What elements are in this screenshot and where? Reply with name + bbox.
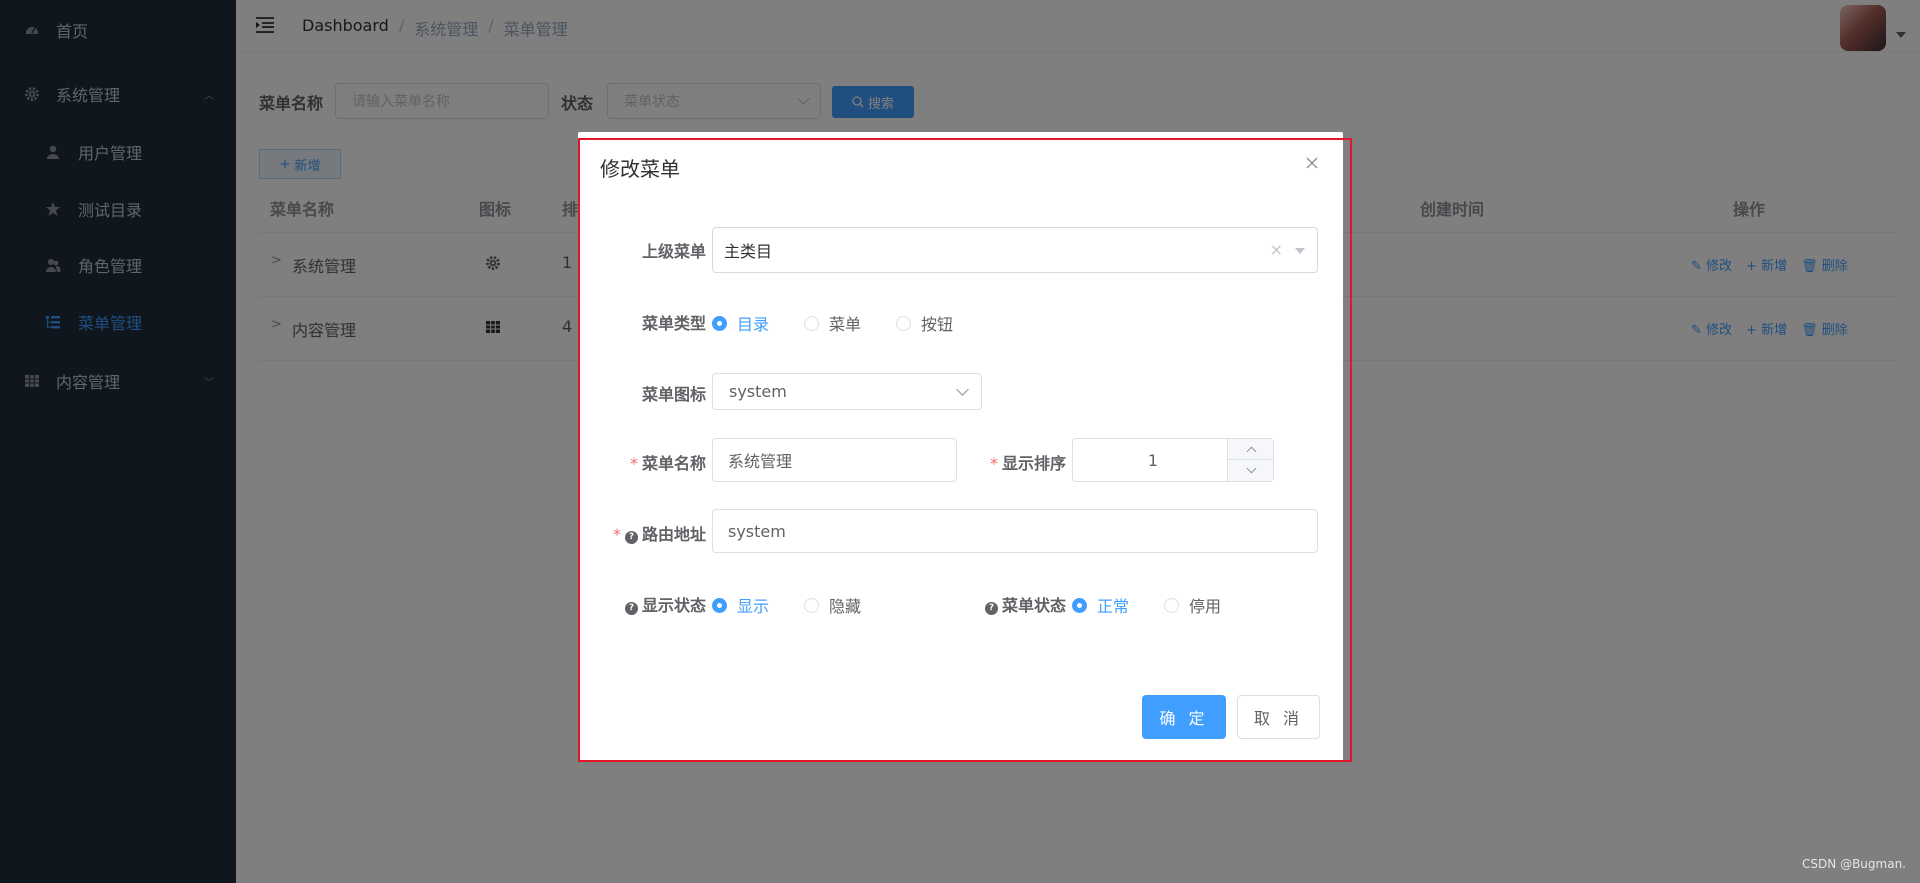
label-text: 显示排序 [1001,454,1066,473]
question-icon[interactable]: ? [624,530,638,544]
dialog-title: 修改菜单 [600,157,680,181]
radio-label: 按钮 [921,315,954,334]
question-icon[interactable]: ? [624,601,638,615]
close-icon[interactable] [1303,154,1321,172]
decrease-button[interactable] [1228,460,1274,481]
radio-label: 显示 [737,597,770,616]
menu-type-radio-directory[interactable]: 目录 [712,311,769,335]
status-radio-normal[interactable]: 正常 [1072,593,1129,617]
menu-type-label: 菜单类型 [641,314,706,333]
radio-dot [712,597,727,613]
radio-dot [804,597,819,613]
visible-radio-show[interactable]: 显示 [712,593,769,617]
visible-radio-hide[interactable]: 隐藏 [804,593,861,617]
label-text: 显示状态 [641,596,706,615]
radio-label: 停用 [1189,597,1222,616]
menu-name-label: * 菜单名称 [630,450,706,474]
label-text: 菜单名称 [641,454,706,473]
display-order-value: 1 [1147,450,1159,470]
cancel-button[interactable]: 取 消 [1237,695,1320,739]
menu-icon-select[interactable]: system [712,373,982,410]
radio-dot [896,315,911,331]
chevron-down-icon [1246,463,1256,474]
status-radio-disabled[interactable]: 停用 [1164,593,1221,617]
menu-icon-value: system [729,382,787,401]
radio-label: 隐藏 [829,597,862,616]
clear-icon[interactable]: × [1270,240,1283,259]
radio-dot [712,315,727,331]
parent-menu-label: 上级菜单 [641,242,706,261]
route-path-input[interactable]: system [712,509,1318,553]
parent-menu-value: 主类目 [724,242,773,261]
menu-name-value: 系统管理 [728,452,793,471]
visible-status-label: ? 显示状态 [624,592,706,616]
menu-name-input[interactable]: 系统管理 [712,438,957,482]
increase-button[interactable] [1228,439,1274,460]
question-icon[interactable]: ? [984,601,998,615]
radio-label: 目录 [737,315,770,334]
required-mark: * [629,454,638,473]
label-text: 菜单状态 [1001,596,1066,615]
menu-icon-label: 菜单图标 [641,385,706,404]
route-path-value: system [728,521,786,541]
radio-dot [804,315,819,331]
menu-type-radio-menu[interactable]: 菜单 [804,311,861,335]
cancel-button-label: 取 消 [1253,709,1304,728]
required-mark: * [612,525,621,544]
edit-menu-dialog: 修改菜单 上级菜单 主类目 × 菜单类型 目录 菜单 按钮 菜单图标 syste… [578,132,1343,762]
caret-down-icon[interactable] [1295,248,1305,254]
menu-type-radio-button[interactable]: 按钮 [896,311,953,335]
radio-label: 正常 [1097,597,1130,616]
radio-dot [1164,597,1179,613]
display-order-stepper[interactable]: 1 [1072,438,1274,482]
route-path-label: *? 路由地址 [613,521,706,545]
watermark: CSDN @Bugman. [1802,857,1906,871]
label-text: 路由地址 [641,525,706,544]
radio-label: 菜单 [829,315,862,334]
radio-dot [1072,597,1087,613]
confirm-button[interactable]: 确 定 [1142,695,1226,739]
stepper-controls [1227,439,1274,481]
required-mark: * [989,454,998,473]
display-order-label: * 显示排序 [990,450,1066,474]
confirm-button-label: 确 定 [1159,709,1209,728]
parent-menu-treeselect[interactable]: 主类目 × [712,227,1318,273]
chevron-up-icon [1246,446,1256,456]
menu-status-label: ? 菜单状态 [984,592,1066,616]
chevron-down-icon [956,383,969,396]
